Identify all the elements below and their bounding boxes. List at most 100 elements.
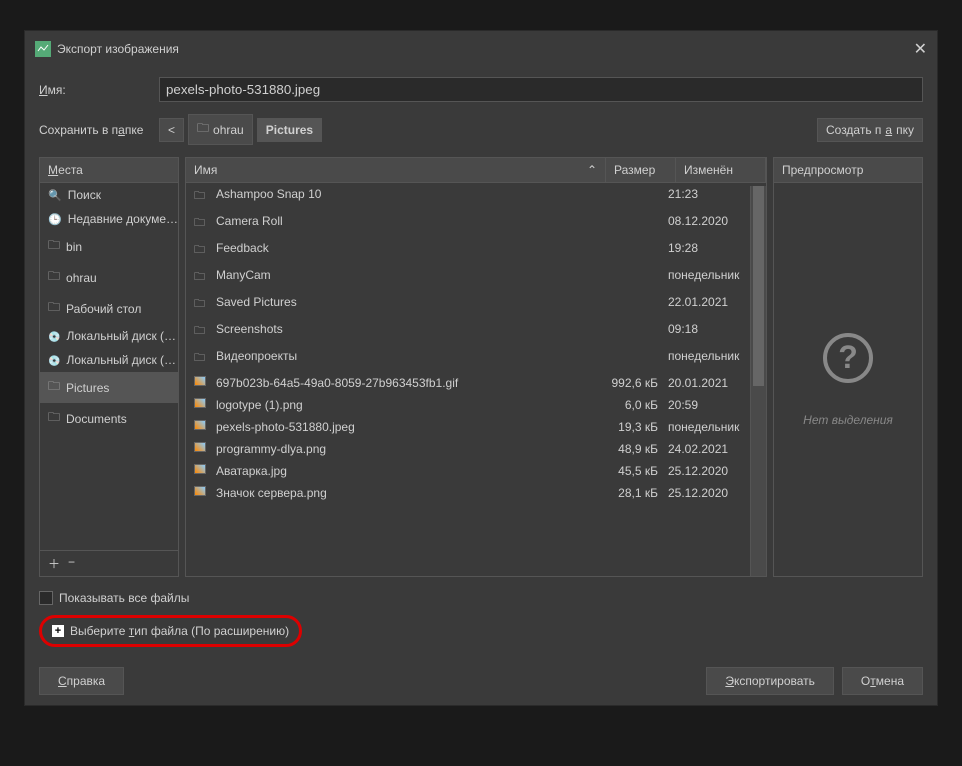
preview-panel: Предпросмотр ? Нет выделения <box>773 157 923 577</box>
column-modified[interactable]: Изменён <box>676 158 766 182</box>
file-row[interactable]: 🗀ManyCamпонедельник <box>186 264 766 291</box>
file-row[interactable]: 697b023b-64a5-49a0-8059-27b963453fb1.gif… <box>186 372 766 394</box>
column-name[interactable]: Имя⌃ <box>186 158 606 182</box>
image-icon <box>194 420 210 434</box>
breadcrumb-back-button[interactable]: < <box>159 118 184 142</box>
sort-asc-icon: ⌃ <box>587 163 597 177</box>
file-size: 19,3 кБ <box>598 420 668 434</box>
place-label: Рабочий стол <box>66 302 141 316</box>
file-name: Camera Roll <box>216 214 598 233</box>
folder-icon: 🗀 <box>48 408 60 429</box>
drive-icon <box>48 329 60 343</box>
file-row[interactable]: programmy-dlya.png48,9 кБ24.02.2021 <box>186 438 766 460</box>
file-type-expander[interactable]: + Выберите тип файла (По расширению) <box>39 615 302 647</box>
drive-icon <box>48 353 60 367</box>
folder-icon: 🗀 <box>194 322 210 341</box>
file-modified: понедельник <box>668 268 758 287</box>
file-row[interactable]: 🗀Camera Roll08.12.2020 <box>186 210 766 237</box>
place-item[interactable]: Поиск <box>40 183 178 207</box>
scrollbar-thumb[interactable] <box>753 186 764 386</box>
place-item[interactable]: Локальный диск (… <box>40 348 178 372</box>
file-name: Saved Pictures <box>216 295 598 314</box>
image-icon <box>194 486 210 500</box>
place-label: Documents <box>66 412 127 426</box>
file-type-label: Выберите тип файла (По расширению) <box>70 624 289 638</box>
add-place-button[interactable]: ＋ <box>48 555 60 572</box>
file-row[interactable]: 🗀Saved Pictures22.01.2021 <box>186 291 766 318</box>
file-name: Feedback <box>216 241 598 260</box>
file-size <box>598 241 668 260</box>
file-size <box>598 295 668 314</box>
file-row[interactable]: 🗀Видеопроектыпонедельник <box>186 345 766 372</box>
file-row[interactable]: 🗀 Screenshots 09:18 <box>186 318 766 345</box>
window-title: Экспорт изображения <box>57 42 179 56</box>
file-row[interactable]: pexels-photo-531880.jpeg19,3 кБпонедельн… <box>186 416 766 438</box>
place-label: Поиск <box>68 188 101 202</box>
titlebar: Экспорт изображения ✕ <box>25 31 937 67</box>
file-modified: 20.01.2021 <box>668 376 758 390</box>
file-name: Значок сервера.png <box>216 486 598 500</box>
place-item[interactable]: 🗀Pictures <box>40 372 178 403</box>
column-size[interactable]: Размер <box>606 158 676 182</box>
file-size <box>598 349 668 368</box>
cancel-button[interactable]: Отмена <box>842 667 923 695</box>
breadcrumb-ohrau[interactable]: 🗀ohrau <box>188 114 253 145</box>
help-button[interactable]: Справка <box>39 667 124 695</box>
place-label: Локальный диск (… <box>66 353 176 367</box>
scrollbar[interactable] <box>750 186 766 576</box>
file-modified: понедельник <box>668 420 758 434</box>
file-size <box>598 214 668 233</box>
place-label: Локальный диск (… <box>66 329 176 343</box>
place-label: ohrau <box>66 271 97 285</box>
file-modified: 19:28 <box>668 241 758 260</box>
place-label: Недавние докуме… <box>68 212 178 226</box>
image-icon <box>194 376 210 390</box>
file-row[interactable]: Аватарка.jpg45,5 кБ25.12.2020 <box>186 460 766 482</box>
place-item[interactable]: Локальный диск (… <box>40 324 178 348</box>
file-modified: 21:23 <box>668 187 758 206</box>
place-item[interactable]: 🗀ohrau <box>40 262 178 293</box>
file-size <box>598 187 668 206</box>
save-in-folder-label: Сохранить в папке <box>39 123 159 137</box>
place-item[interactable]: 🗀 Documents <box>40 403 178 434</box>
file-name: ManyCam <box>216 268 598 287</box>
breadcrumb-pictures[interactable]: Pictures <box>257 118 322 142</box>
close-icon[interactable]: ✕ <box>914 39 927 59</box>
file-row[interactable]: logotype (1).png6,0 кБ20:59 <box>186 394 766 416</box>
places-header[interactable]: Места <box>40 158 178 183</box>
export-button[interactable]: Экспортировать <box>706 667 834 695</box>
preview-text: Нет выделения <box>803 413 893 427</box>
place-item[interactable]: 🗀bin <box>40 231 178 262</box>
file-modified: 09:18 <box>668 322 758 341</box>
file-row[interactable]: 🗀 Feedback 19:28 <box>186 237 766 264</box>
file-name: pexels-photo-531880.jpeg <box>216 420 598 434</box>
file-modified: 25.12.2020 <box>668 464 758 478</box>
folder-icon: 🗀 <box>194 241 210 260</box>
file-row[interactable]: Значок сервера.png28,1 кБ25.12.2020 <box>186 482 766 504</box>
file-modified: 25.12.2020 <box>668 486 758 500</box>
folder-icon: 🗀 <box>48 298 60 319</box>
file-row[interactable]: 🗀 Ashampoo Snap 10 21:23 <box>186 183 766 210</box>
place-item[interactable]: Недавние докуме… <box>40 207 178 231</box>
show-all-checkbox[interactable] <box>39 591 53 605</box>
remove-place-button[interactable]: − <box>68 555 75 572</box>
folder-icon: 🗀 <box>48 377 60 398</box>
folder-icon: 🗀 <box>194 295 210 314</box>
file-name: Screenshots <box>216 322 598 341</box>
file-modified: 08.12.2020 <box>668 214 758 233</box>
file-size: 48,9 кБ <box>598 442 668 456</box>
file-name: programmy-dlya.png <box>216 442 598 456</box>
place-item[interactable]: 🗀 Рабочий стол <box>40 293 178 324</box>
folder-icon: 🗀 <box>197 119 209 140</box>
file-name: Ashampoo Snap 10 <box>216 187 598 206</box>
recent-icon <box>48 212 62 226</box>
file-name: Видеопроекты <box>216 349 598 368</box>
file-size <box>598 322 668 341</box>
file-modified: понедельник <box>668 349 758 368</box>
filename-input[interactable] <box>159 77 923 102</box>
file-size: 6,0 кБ <box>598 398 668 412</box>
create-folder-button[interactable]: Создать папку <box>817 118 923 142</box>
file-size: 45,5 кБ <box>598 464 668 478</box>
file-name: 697b023b-64a5-49a0-8059-27b963453fb1.gif <box>216 376 598 390</box>
folder-icon: 🗀 <box>194 187 210 206</box>
